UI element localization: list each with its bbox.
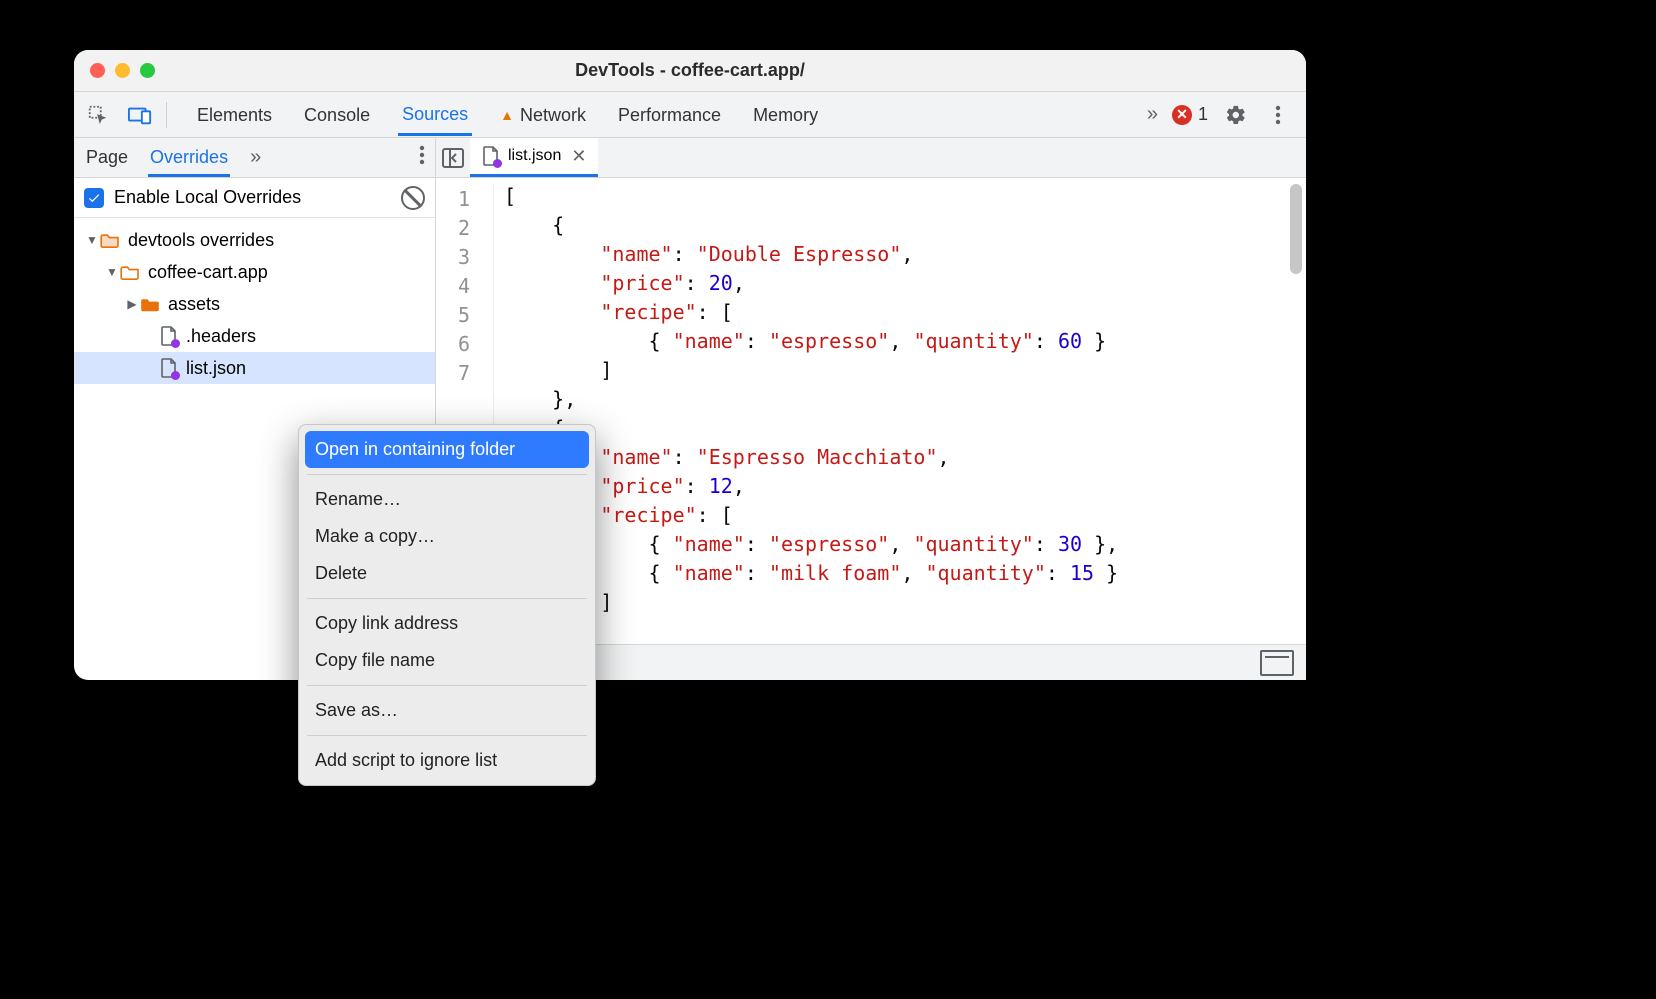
editor-file-name: list.json [508,147,561,165]
clear-overrides-icon[interactable] [401,186,425,210]
code-line: }, [504,387,1118,416]
code-line: { "name": "milk foam", "quantity": 15 } [504,561,1118,590]
line-number: 1 [436,187,480,211]
menu-item[interactable]: Open in containing folder [305,431,589,468]
tree-root-label: devtools overrides [128,230,274,251]
folder-icon [100,232,120,248]
error-indicator[interactable]: ✕ 1 [1172,104,1208,125]
inspect-element-icon[interactable] [80,97,116,133]
menu-separator [307,598,587,599]
line-number: 3 [436,245,480,269]
file-tree: ▼ devtools overrides ▼ coffee-cart.app ▶… [74,218,435,390]
menu-item[interactable]: Add script to ignore list [305,742,589,779]
sidebar-tabs: Page Overrides » [74,138,435,178]
panel-tab-sources[interactable]: Sources [398,94,472,136]
code-line: { "name": "espresso", "quantity": 30 }, [504,532,1118,561]
settings-gear-icon[interactable] [1222,101,1250,129]
enable-overrides-label: Enable Local Overrides [114,187,301,208]
main-toolbar: Elements Console Sources Network Performance… [74,92,1306,138]
tree-file-list-json[interactable]: list.json [74,352,435,384]
close-tab-icon[interactable]: ✕ [571,146,586,167]
more-options-icon[interactable] [1264,101,1292,129]
menu-item[interactable]: Delete [305,555,589,592]
code-line: "name": "Espresso Macchiato", [504,445,1118,474]
menu-separator [307,474,587,475]
code-line: { "name": "espresso", "quantity": 60 } [504,329,1118,358]
tree-file-label: .headers [186,326,256,347]
line-number: 2 [436,216,480,240]
device-toolbar-icon[interactable] [122,97,158,133]
code-line: "price": 12, [504,474,1118,503]
tree-folder-label: assets [168,294,220,315]
enable-overrides-checkbox[interactable] [84,188,104,208]
file-icon [160,326,178,346]
code-line: "recipe": [ [504,503,1118,532]
file-icon [482,146,500,166]
sidebar-tab-page[interactable]: Page [84,139,130,177]
toggle-drawer-icon[interactable] [1260,650,1294,676]
file-icon [160,358,178,378]
menu-separator [307,685,587,686]
editor-tabs: list.json ✕ [436,138,1306,178]
code-line: ] [504,358,1118,387]
context-menu: Open in containing folder Rename…Make a c… [298,424,596,786]
tree-file-label: list.json [186,358,246,379]
code-line: "recipe": [ [504,300,1118,329]
folder-icon [140,296,160,312]
menu-item[interactable]: Rename… [305,481,589,518]
code-line: "name": "Double Espresso", [504,242,1118,271]
menu-item[interactable]: Copy file name [305,642,589,679]
error-count: 1 [1198,104,1208,125]
window-title: DevTools - coffee-cart.app/ [74,60,1306,81]
menu-item[interactable]: Copy link address [305,605,589,642]
code-line: { [504,213,1118,242]
line-number: 7 [436,361,480,385]
menu-item[interactable]: Save as… [305,692,589,729]
error-icon: ✕ [1172,105,1192,125]
panel-tab-console[interactable]: Console [300,95,374,134]
more-panels-icon[interactable]: » [1147,103,1158,126]
tree-domain-folder[interactable]: ▼ coffee-cart.app [74,256,435,288]
sidebar-more-icon[interactable] [419,145,425,171]
line-number: 5 [436,303,480,327]
enable-overrides-row: Enable Local Overrides [74,178,435,218]
panel-tab-elements[interactable]: Elements [193,95,276,134]
menu-item[interactable]: Make a copy… [305,518,589,555]
line-number: 6 [436,332,480,356]
tree-root-folder[interactable]: ▼ devtools overrides [74,224,435,256]
tree-assets-folder[interactable]: ▶ assets [74,288,435,320]
toolbar-divider [166,102,167,128]
tree-domain-label: coffee-cart.app [148,262,268,283]
panel-tabs: Elements Console Sources Network Performance… [193,94,1147,136]
line-number: 4 [436,274,480,298]
editor-scrollbar[interactable] [1290,184,1302,274]
editor-file-tab[interactable]: list.json ✕ [470,138,598,177]
sidebar-tab-overrides[interactable]: Overrides [148,139,230,177]
code-line: "price": 20, [504,271,1118,300]
toggle-navigator-icon[interactable] [436,148,470,168]
menu-separator [307,735,587,736]
panel-tab-network[interactable]: Network [496,95,590,134]
folder-icon [120,264,140,280]
title-bar: DevTools - coffee-cart.app/ [74,50,1306,92]
panel-tab-memory[interactable]: Memory [749,95,822,134]
more-sidebar-tabs-icon[interactable]: » [250,146,261,169]
code-line: ] [504,590,1118,619]
panel-tab-performance[interactable]: Performance [614,95,725,134]
code-line: [ [504,184,1118,213]
code-line: { [504,416,1118,445]
tree-file-headers[interactable]: .headers [74,320,435,352]
devtools-window: DevTools - coffee-cart.app/ Elements Cons… [74,50,1306,680]
